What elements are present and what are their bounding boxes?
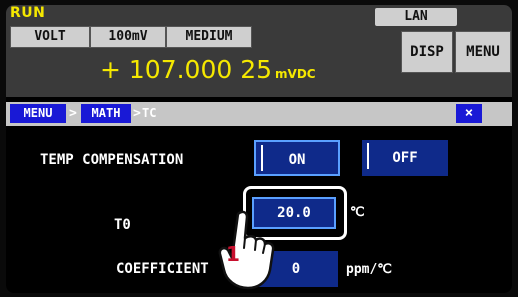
pointing-hand-icon xyxy=(218,210,275,290)
measurement-value: + 107.000 25 xyxy=(100,55,273,84)
run-status: RUN xyxy=(10,5,46,21)
temp-compensation-off-button[interactable]: OFF xyxy=(362,140,448,176)
menu-button[interactable]: MENU xyxy=(455,31,511,73)
speed-medium[interactable]: MEDIUM xyxy=(166,26,252,48)
step-number-badge: 1 xyxy=(226,242,240,266)
function-volt[interactable]: VOLT xyxy=(10,26,90,48)
measurement-readout: + 107.000 25 mVDC xyxy=(100,55,316,84)
lan-indicator: LAN xyxy=(375,8,457,26)
off-label: OFF xyxy=(392,150,418,166)
coefficient-unit: ppm/℃ xyxy=(346,262,392,277)
breadcrumb-separator: > xyxy=(69,106,77,121)
close-button[interactable]: × xyxy=(456,104,482,123)
breadcrumb-math[interactable]: MATH xyxy=(81,104,131,123)
breadcrumb: MENU > MATH > TC × xyxy=(6,102,512,126)
on-label: ON xyxy=(288,152,306,168)
temp-compensation-label: TEMP COMPENSATION xyxy=(40,152,184,168)
t0-unit: ℃ xyxy=(350,205,365,220)
coefficient-label: COEFFICIENT xyxy=(116,261,209,277)
range-100mv[interactable]: 100mV xyxy=(90,26,166,48)
temp-compensation-on-button[interactable]: ON xyxy=(254,140,340,176)
measurement-header: RUN LAN VOLT 100mV MEDIUM DISP MENU + 10… xyxy=(6,5,512,97)
t0-label: T0 xyxy=(114,217,131,233)
breadcrumb-separator: > xyxy=(133,106,141,121)
measurement-unit: mVDC xyxy=(275,67,316,81)
breadcrumb-menu[interactable]: MENU xyxy=(10,104,66,123)
breadcrumb-current: TC xyxy=(142,106,157,120)
disp-button[interactable]: DISP xyxy=(401,31,453,73)
selected-indicator xyxy=(261,145,263,171)
selected-indicator xyxy=(367,143,369,169)
